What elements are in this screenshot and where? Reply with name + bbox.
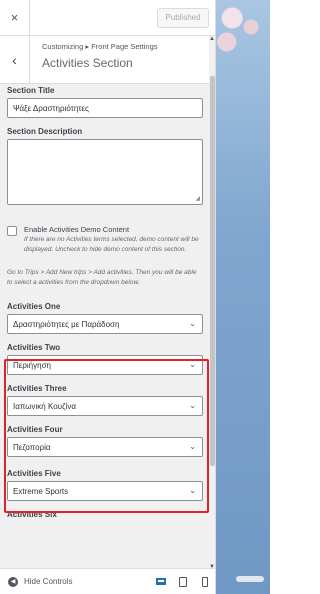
device-preview-toggles (156, 576, 210, 587)
controls-scroll-area: Section Title Ψάξε Δραστηριότητες Sectio… (0, 84, 207, 568)
activities-two-select[interactable]: Περιήγηση ⌄ (7, 355, 203, 375)
site-preview[interactable] (216, 0, 270, 594)
top-bar: × Published (0, 0, 215, 36)
demo-content-checkbox[interactable] (7, 226, 17, 236)
back-icon[interactable]: ‹ (0, 36, 30, 83)
preview-footer-element (236, 576, 264, 582)
activities-three-select[interactable]: Ιαπωνική Κουζίνα ⌄ (7, 396, 203, 416)
resize-grip-icon[interactable]: ◢ (195, 195, 200, 202)
activities-four-value: Πεζοπορία (13, 442, 51, 452)
chevron-down-icon: ⌄ (189, 486, 196, 495)
breadcrumb: Customizing ▸ Front Page Settings (42, 42, 158, 51)
scrollbar-thumb[interactable] (210, 76, 215, 466)
activities-four-select[interactable]: Πεζοπορία ⌄ (7, 437, 203, 457)
tablet-preview-button[interactable] (178, 576, 188, 587)
section-title-label: Section Title (7, 86, 55, 95)
page-title: Activities Section (42, 56, 133, 70)
demo-content-description: If there are no Activities terms selecte… (24, 236, 199, 253)
cherry-blossom-image (216, 0, 270, 60)
chevron-down-icon: ⌄ (189, 442, 196, 451)
activities-instructions: Go to Trips > Add New trips > Add activi… (7, 269, 197, 286)
desktop-icon (156, 578, 166, 585)
activities-three-field: Activities Three Ιαπωνική Κουζίνα ⌄ (7, 384, 203, 416)
activities-four-label: Activities Four (7, 425, 63, 434)
activities-two-value: Περιήγηση (13, 360, 51, 370)
activities-five-field: Activities Five Extreme Sports ⌄ (7, 469, 203, 501)
activities-five-select[interactable]: Extreme Sports ⌄ (7, 481, 203, 501)
section-header: ‹ Customizing ▸ Front Page Settings Acti… (0, 36, 215, 84)
tablet-icon (179, 576, 187, 587)
publish-button[interactable]: Published (157, 7, 209, 28)
activities-one-value: Δραστηριότητες με Παράδοση (13, 319, 120, 329)
chevron-down-icon: ⌄ (189, 401, 196, 410)
activities-five-value: Extreme Sports (13, 486, 69, 496)
activities-three-label: Activities Three (7, 384, 67, 393)
scroll-up-icon[interactable]: ▲ (209, 36, 215, 42)
demo-content-checkbox-label[interactable]: Enable Activities Demo Content (24, 225, 200, 234)
activities-four-field: Activities Four Πεζοπορία ⌄ (7, 425, 203, 457)
activities-one-field: Activities One Δραστηριότητες με Παράδοσ… (7, 302, 203, 334)
panel-scrollbar[interactable]: ▲ ▼ (209, 36, 215, 570)
mobile-icon (202, 576, 208, 587)
activities-two-field: Activities Two Περιήγηση ⌄ (7, 343, 203, 375)
chevron-down-icon: ⌄ (189, 319, 196, 328)
section-description-label: Section Description (7, 127, 83, 136)
activities-one-select[interactable]: Δραστηριότητες με Παράδοση ⌄ (7, 314, 203, 334)
activities-six-field: Activities Six (7, 510, 200, 519)
demo-content-option: Enable Activities Demo Content If there … (7, 225, 200, 254)
activities-six-label: Activities Six (7, 510, 57, 519)
chevron-down-icon: ⌄ (189, 360, 196, 369)
activities-five-label: Activities Five (7, 469, 61, 478)
hide-controls-icon[interactable]: ◀ (8, 576, 18, 587)
hide-controls-button[interactable]: Hide Controls (24, 577, 72, 586)
customizer-footer: ◀ Hide Controls (0, 568, 215, 594)
activities-three-value: Ιαπωνική Κουζίνα (13, 401, 76, 411)
activities-one-label: Activities One (7, 302, 61, 311)
mobile-preview-button[interactable] (200, 576, 210, 587)
close-icon[interactable]: × (0, 0, 30, 36)
section-description-textarea[interactable]: ◢ (7, 139, 203, 205)
desktop-preview-button[interactable] (156, 577, 166, 587)
section-title-input[interactable]: Ψάξε Δραστηριότητες (7, 98, 203, 118)
customizer-panel: × Published ‹ Customizing ▸ Front Page S… (0, 0, 216, 594)
activities-two-label: Activities Two (7, 343, 61, 352)
